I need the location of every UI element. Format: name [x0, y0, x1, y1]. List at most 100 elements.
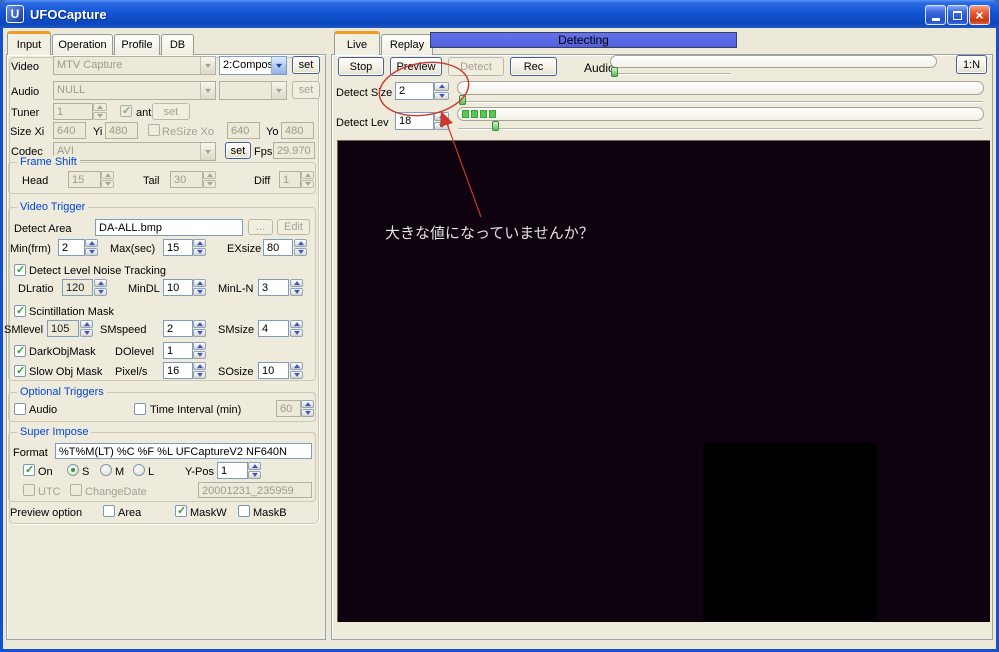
dolevel-field[interactable]: 1 [163, 342, 193, 359]
interval-spinner[interactable] [301, 400, 314, 417]
detect-size-spinner[interactable] [434, 82, 449, 100]
spin-down-icon[interactable] [193, 351, 206, 359]
tab-input[interactable]: Input [7, 31, 51, 55]
detect-lev-field[interactable]: 18 [395, 112, 434, 130]
max-sec-spinner[interactable] [193, 239, 206, 256]
detect-size-field[interactable]: 2 [395, 82, 434, 100]
min-frm-spinner[interactable] [85, 239, 98, 256]
spin-down-icon[interactable] [290, 329, 303, 337]
audio-input-value [220, 82, 271, 99]
pixels-spinner[interactable] [193, 362, 206, 379]
video-set-button[interactable]: set [292, 56, 320, 74]
optional-audio-checkbox[interactable] [14, 403, 26, 415]
exsize-field[interactable]: 80 [263, 239, 293, 256]
sosize-field[interactable]: 10 [258, 362, 289, 379]
detect-area-field[interactable]: DA-ALL.bmp [95, 219, 243, 236]
maskw-checkbox[interactable] [175, 505, 187, 517]
ypos-spinner[interactable] [248, 462, 261, 479]
spin-up-icon[interactable] [294, 239, 307, 247]
spin-up-icon[interactable] [290, 279, 303, 287]
spin-up-icon[interactable] [301, 400, 314, 408]
codec-set-button[interactable]: set [225, 142, 251, 159]
tab-profile[interactable]: Profile [114, 34, 160, 55]
sosize-spinner[interactable] [290, 362, 303, 379]
spin-down-icon[interactable] [80, 329, 93, 337]
scintillation-mask-checkbox[interactable] [14, 305, 26, 317]
spin-up-icon[interactable] [193, 279, 206, 287]
spin-down-icon[interactable] [434, 92, 449, 101]
si-size-s-radio[interactable] [67, 464, 79, 476]
stop-button[interactable]: Stop [338, 57, 384, 76]
spin-down-icon[interactable] [193, 288, 206, 296]
detect-size-slider-thumb[interactable] [459, 95, 466, 105]
detect-lev-spinner[interactable] [434, 112, 449, 130]
spin-down-icon[interactable] [248, 471, 261, 479]
spin-down-icon[interactable] [301, 409, 314, 417]
format-field[interactable]: %T%M(LT) %C %F %L UFCaptureV2 NF640N [55, 443, 312, 459]
tab-replay[interactable]: Replay [381, 34, 433, 55]
time-interval-checkbox[interactable] [134, 403, 146, 415]
spin-down-icon[interactable] [434, 122, 449, 131]
spin-up-icon[interactable] [434, 112, 449, 121]
preview-button[interactable]: Preview [390, 57, 442, 76]
dolevel-spinner[interactable] [193, 342, 206, 359]
resize-checkbox [148, 124, 160, 136]
audio-slider-thumb[interactable] [611, 67, 618, 77]
spin-up-icon[interactable] [193, 362, 206, 370]
spin-down-icon[interactable] [85, 248, 98, 256]
spin-up-icon[interactable] [193, 342, 206, 350]
spin-down-icon[interactable] [193, 371, 206, 379]
darkobjmask-checkbox[interactable] [14, 345, 26, 357]
spin-up-icon[interactable] [85, 239, 98, 247]
maximize-button[interactable] [947, 5, 968, 25]
spin-up-icon[interactable] [193, 320, 206, 328]
tab-operation[interactable]: Operation [52, 34, 113, 55]
slowobjmask-checkbox[interactable] [14, 365, 26, 377]
spin-up-icon[interactable] [434, 82, 449, 91]
smsize-spinner[interactable] [290, 320, 303, 337]
minimize-button[interactable] [925, 5, 946, 25]
close-button[interactable]: × [969, 5, 990, 25]
tab-db[interactable]: DB [161, 34, 194, 55]
si-size-m-radio[interactable] [100, 464, 112, 476]
spin-up-icon[interactable] [290, 320, 303, 328]
maskb-checkbox[interactable] [238, 505, 250, 517]
tab-live[interactable]: Live [334, 31, 380, 55]
minln-spinner[interactable] [290, 279, 303, 296]
spin-down-icon[interactable] [193, 248, 206, 256]
dlratio-field[interactable]: 120 [62, 279, 93, 296]
spin-down-icon[interactable] [94, 288, 107, 296]
smlevel-field[interactable]: 105 [47, 320, 79, 337]
ratio-button[interactable]: 1:N [956, 55, 987, 74]
mindl-spinner[interactable] [193, 279, 206, 296]
si-size-l-radio[interactable] [133, 464, 145, 476]
mindl-field[interactable]: 10 [163, 279, 193, 296]
rec-button[interactable]: Rec [510, 57, 557, 76]
spin-up-icon[interactable] [248, 462, 261, 470]
spin-down-icon[interactable] [294, 248, 307, 256]
exsize-spinner[interactable] [294, 239, 307, 256]
area-checkbox[interactable] [103, 505, 115, 517]
spin-down-icon[interactable] [193, 329, 206, 337]
spin-down-icon[interactable] [290, 288, 303, 296]
smsize-field[interactable]: 4 [258, 320, 289, 337]
max-sec-field[interactable]: 15 [163, 239, 193, 256]
spin-up-icon[interactable] [290, 362, 303, 370]
detect-level-noise-checkbox[interactable] [14, 264, 26, 276]
minln-field[interactable]: 3 [258, 279, 289, 296]
smspeed-spinner[interactable] [193, 320, 206, 337]
dlratio-spinner[interactable] [94, 279, 107, 296]
spin-up-icon[interactable] [94, 279, 107, 287]
smspeed-field[interactable]: 2 [163, 320, 193, 337]
si-on-checkbox[interactable] [23, 464, 35, 476]
video-input-select[interactable]: 2:Compos [219, 56, 287, 75]
min-frm-field[interactable]: 2 [58, 239, 85, 256]
ypos-field[interactable]: 1 [217, 462, 248, 479]
spin-down-icon[interactable] [290, 371, 303, 379]
detect-lev-slider-thumb[interactable] [492, 121, 499, 131]
pixels-field[interactable]: 16 [163, 362, 193, 379]
spin-up-icon[interactable] [193, 239, 206, 247]
smlevel-spinner[interactable] [80, 320, 93, 337]
spin-up-icon [301, 171, 314, 179]
spin-up-icon[interactable] [80, 320, 93, 328]
